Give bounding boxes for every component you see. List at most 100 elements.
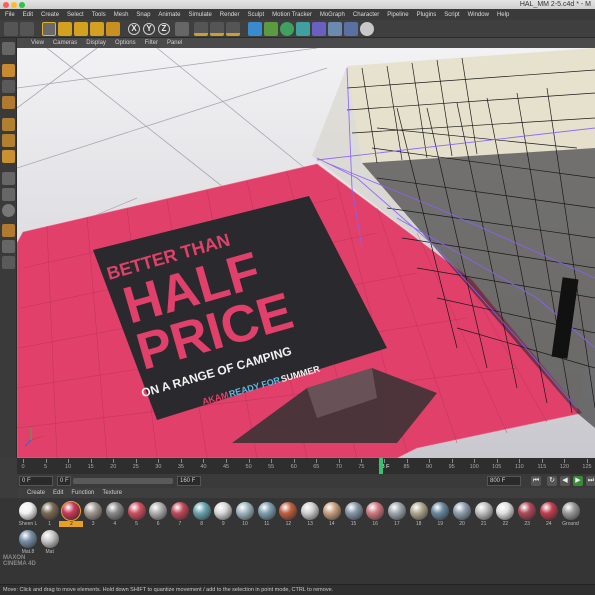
material-swatch[interactable]: Mat <box>40 530 60 555</box>
menu-window[interactable]: Window <box>468 12 489 18</box>
material-swatch[interactable]: 6 <box>148 502 168 527</box>
playhead[interactable] <box>378 458 383 474</box>
solo-mode-icon[interactable] <box>2 256 15 269</box>
deformer-icon[interactable] <box>312 22 326 36</box>
menu-snap[interactable]: Snap <box>136 12 150 18</box>
end-frame-field[interactable]: 800 F <box>487 476 521 486</box>
material-swatch[interactable]: 3 <box>83 502 103 527</box>
viewport-menu-view[interactable]: View <box>31 40 44 46</box>
material-swatch[interactable]: 12 <box>278 502 298 527</box>
tweak-mode-icon[interactable] <box>2 188 15 201</box>
recent-tool-icon[interactable] <box>106 22 120 36</box>
spline-pen-icon[interactable] <box>264 22 278 36</box>
coordinate-system-icon[interactable] <box>175 22 189 36</box>
points-mode-icon[interactable] <box>2 118 15 131</box>
material-swatch[interactable]: 18 <box>409 502 429 527</box>
rotate-tool-icon[interactable] <box>90 22 104 36</box>
menu-select[interactable]: Select <box>67 12 84 18</box>
redo-icon[interactable] <box>20 22 34 36</box>
preview-max-field[interactable]: 160 F <box>177 476 201 486</box>
render-view-icon[interactable] <box>194 22 208 36</box>
play-icon[interactable]: ▶ <box>573 476 583 486</box>
minimize-window-button[interactable] <box>11 2 17 8</box>
menu-plugins[interactable]: Plugins <box>417 12 437 18</box>
start-frame-field[interactable]: 0 F <box>19 476 53 486</box>
material-swatch[interactable]: 15 <box>344 502 364 527</box>
material-swatch[interactable]: 24 <box>539 502 559 527</box>
render-picture-viewer-icon[interactable] <box>210 22 224 36</box>
locked-workplane-icon[interactable] <box>2 224 15 237</box>
model-mode-icon[interactable] <box>2 64 15 77</box>
menu-character[interactable]: Character <box>353 12 379 18</box>
scale-tool-icon[interactable] <box>74 22 88 36</box>
move-tool-icon[interactable] <box>58 22 72 36</box>
material-swatch[interactable]: Mat.8 <box>18 530 38 555</box>
material-menu-create[interactable]: Create <box>27 490 45 496</box>
close-window-button[interactable] <box>3 2 9 8</box>
viewport-menu-panel[interactable]: Panel <box>167 40 182 46</box>
make-editable-icon[interactable] <box>2 42 15 55</box>
viewport-menu-options[interactable]: Options <box>115 40 136 46</box>
material-swatch[interactable]: 22 <box>495 502 515 527</box>
prev-frame-icon[interactable]: ◀ <box>560 476 570 486</box>
menu-create[interactable]: Create <box>41 12 59 18</box>
zoom-window-button[interactable] <box>19 2 25 8</box>
menu-simulate[interactable]: Simulate <box>188 12 211 18</box>
material-swatch[interactable]: Sheen L <box>18 502 38 527</box>
menu-help[interactable]: Help <box>497 12 509 18</box>
menu-mesh[interactable]: Mesh <box>114 12 129 18</box>
array-generator-icon[interactable] <box>296 22 310 36</box>
material-swatch[interactable]: 20 <box>452 502 472 527</box>
live-selection-icon[interactable] <box>42 22 56 36</box>
material-swatch[interactable]: 17 <box>387 502 407 527</box>
material-swatch[interactable]: 23 <box>517 502 537 527</box>
menu-render[interactable]: Render <box>220 12 240 18</box>
polygons-mode-icon[interactable] <box>2 150 15 163</box>
render-settings-icon[interactable] <box>226 22 240 36</box>
material-swatch[interactable]: 19 <box>430 502 450 527</box>
material-swatch[interactable]: 13 <box>300 502 320 527</box>
material-swatch[interactable]: 1 <box>40 502 60 527</box>
camera-object-icon[interactable] <box>344 22 358 36</box>
viewport-menu-cameras[interactable]: Cameras <box>53 40 77 46</box>
snapping-icon[interactable] <box>2 204 15 217</box>
goto-start-icon[interactable]: ⏮ <box>531 476 541 486</box>
menu-file[interactable]: File <box>5 12 15 18</box>
preview-min-field[interactable]: 0 F <box>57 476 71 486</box>
material-menu-texture[interactable]: Texture <box>102 490 122 496</box>
viewport-menu-display[interactable]: Display <box>86 40 106 46</box>
menu-animate[interactable]: Animate <box>158 12 180 18</box>
menu-script[interactable]: Script <box>444 12 459 18</box>
subdivision-surface-icon[interactable] <box>280 22 294 36</box>
workplane-mode-icon[interactable] <box>2 96 15 109</box>
menu-edit[interactable]: Edit <box>23 12 33 18</box>
x-axis-lock-button[interactable]: X <box>128 23 140 35</box>
floor-object-icon[interactable] <box>328 22 342 36</box>
undo-icon[interactable] <box>4 22 18 36</box>
y-axis-lock-button[interactable]: Y <box>143 23 155 35</box>
menu-tools[interactable]: Tools <box>92 12 106 18</box>
axis-mode-icon[interactable] <box>2 172 15 185</box>
material-swatch[interactable]: 4 <box>105 502 125 527</box>
menu-sculpt[interactable]: Sculpt <box>247 12 264 18</box>
menu-mograph[interactable]: MoGraph <box>320 12 345 18</box>
texture-mode-icon[interactable] <box>2 80 15 93</box>
material-swatch[interactable]: 8 <box>192 502 212 527</box>
viewport-menu-filter[interactable]: Filter <box>145 40 158 46</box>
material-swatch[interactable]: 21 <box>474 502 494 527</box>
cube-object-icon[interactable] <box>248 22 262 36</box>
edges-mode-icon[interactable] <box>2 134 15 147</box>
material-swatch[interactable]: 9 <box>213 502 233 527</box>
material-swatch[interactable]: 14 <box>322 502 342 527</box>
material-swatch[interactable]: 5 <box>127 502 147 527</box>
material-swatch[interactable]: 2 <box>59 501 84 527</box>
material-swatch[interactable]: Ground <box>561 502 581 527</box>
goto-end-icon[interactable]: ⏭ <box>586 476 595 486</box>
material-menu-edit[interactable]: Edit <box>53 490 63 496</box>
light-object-icon[interactable] <box>360 22 374 36</box>
loop-icon[interactable]: ↻ <box>547 476 557 486</box>
z-axis-lock-button[interactable]: Z <box>158 23 170 35</box>
material-swatch[interactable]: 7 <box>170 502 190 527</box>
material-swatch[interactable]: 11 <box>257 502 277 527</box>
menu-motion-tracker[interactable]: Motion Tracker <box>272 12 312 18</box>
